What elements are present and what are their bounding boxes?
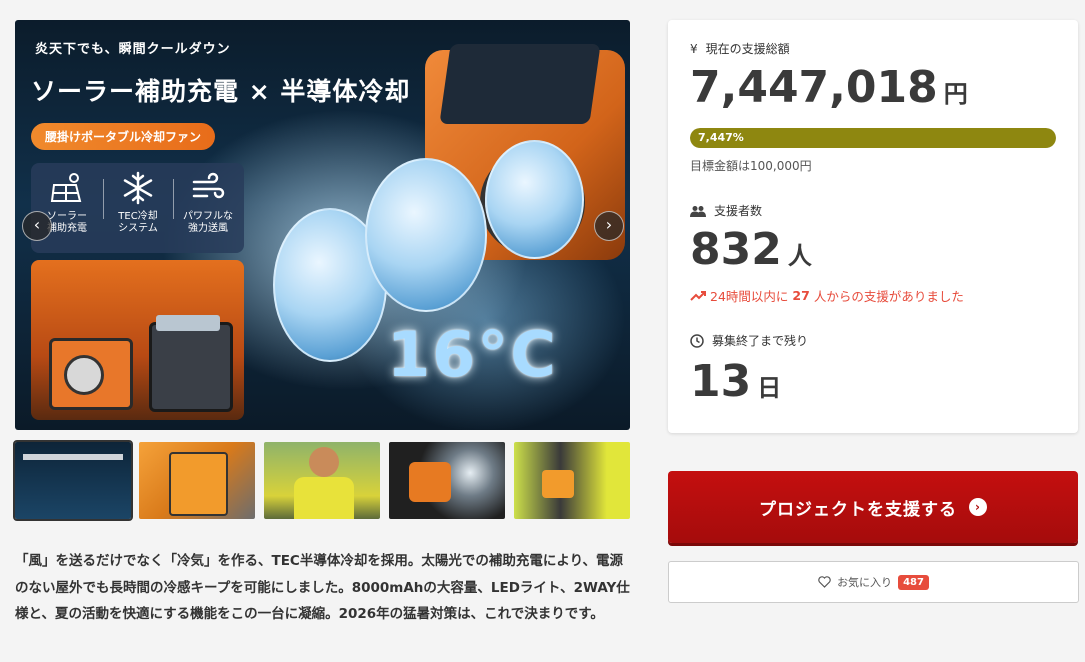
thumbnail-4[interactable]: [389, 442, 505, 519]
total-label-row: ¥ 現在の支援総額: [690, 40, 790, 57]
heart-icon: [818, 576, 831, 588]
feature-line2: システム: [118, 223, 158, 234]
thumbnail-2[interactable]: [139, 442, 255, 519]
backers-unit: 人: [787, 242, 812, 270]
trend-prefix: 24時間以内に: [710, 289, 789, 304]
backers-label-row: 支援者数: [690, 202, 762, 219]
remaining-unit: 日: [757, 374, 782, 402]
feature-line1: TEC冷却: [118, 211, 158, 222]
image-headline: 炎天下でも、瞬間クールダウン: [35, 42, 231, 57]
chevron-left-icon: ‹: [33, 215, 41, 234]
remaining-value: 13: [690, 356, 752, 407]
trend-suffix: 人からの支援がありました: [813, 289, 964, 304]
image-title: ソーラー補助充電 × 半導体冷却: [31, 77, 411, 106]
thumbnail-3[interactable]: [264, 442, 380, 519]
support-button-label: プロジェクトを支援する: [759, 499, 957, 520]
funding-progress-bar: 7,447%: [690, 128, 1056, 148]
ice-disc: [485, 140, 584, 259]
wind-icon: [192, 172, 225, 199]
funding-stats-card: ¥ 現在の支援総額 7,447,018 円 7,447% 目標金額は100,000…: [668, 20, 1078, 433]
snowflake-icon: [123, 171, 153, 205]
chevron-right-circle-icon: ›: [969, 498, 987, 516]
total-label: 現在の支援総額: [705, 42, 790, 56]
carousel-prev-button[interactable]: ‹: [22, 211, 52, 241]
main-product-image: 炎天下でも、瞬間クールダウン ソーラー補助充電 × 半導体冷却 腰掛けポータブル…: [15, 20, 630, 430]
yen-icon: ¥: [690, 41, 698, 56]
feature-line2: 強力送風: [188, 223, 228, 234]
trend-count: 27: [792, 288, 810, 303]
trending-up-icon: [690, 290, 706, 301]
image-category-pill: 腰掛けポータブル冷却ファン: [31, 123, 216, 150]
thumbnail-1[interactable]: [13, 440, 133, 521]
clock-icon: [690, 333, 704, 348]
users-icon: [690, 205, 706, 217]
carousel-next-button[interactable]: ›: [594, 211, 624, 241]
total-amount: 7,447,018 円: [690, 62, 968, 113]
remaining-label-row: 募集終了まで残り: [690, 332, 808, 349]
support-project-button[interactable]: プロジェクトを支援する ›: [668, 471, 1078, 543]
solar-panel-icon: [50, 173, 82, 202]
product-photo-card: [31, 260, 244, 420]
backers-label: 支援者数: [714, 204, 763, 218]
feature-line1: パワフルな: [183, 211, 233, 222]
feature-wind: パワフルな 強力送風: [176, 171, 240, 235]
remaining-label: 募集終了まで残り: [712, 334, 809, 348]
total-value: 7,447,018: [690, 62, 938, 113]
feature-panel: ソーラー 補助充電 TEC冷却 システム パワフルな 強力送風: [31, 163, 244, 253]
favorite-button[interactable]: お気に入り 487: [668, 561, 1079, 603]
total-unit: 円: [943, 80, 968, 108]
recent-backers-trend: 24時間以内に 27 人からの支援がありました: [690, 286, 964, 305]
temperature-text: 16°C: [387, 318, 558, 391]
goal-amount: 目標金額は100,000円: [690, 159, 812, 173]
backers-value: 832: [690, 224, 782, 275]
favorite-count-badge: 487: [898, 574, 929, 590]
backers-count: 832 人: [690, 224, 812, 275]
chevron-right-icon: ›: [605, 215, 613, 234]
remaining-days: 13 日: [690, 356, 781, 407]
thumbnail-5[interactable]: [514, 442, 630, 519]
feature-tec: TEC冷却 システム: [106, 171, 170, 235]
favorite-label: お気に入り: [837, 576, 893, 589]
gray-cooler-unit: [149, 315, 233, 412]
orange-cooler-unit: [49, 338, 133, 410]
project-description: 「風」を送るだけでなく「冷気」を作る、TEC半導体冷却を採用。太陽光での補助充電…: [15, 553, 630, 622]
progress-percent: 7,447%: [698, 131, 744, 144]
progress-fill: [690, 128, 1056, 148]
ice-disc: [365, 158, 487, 312]
